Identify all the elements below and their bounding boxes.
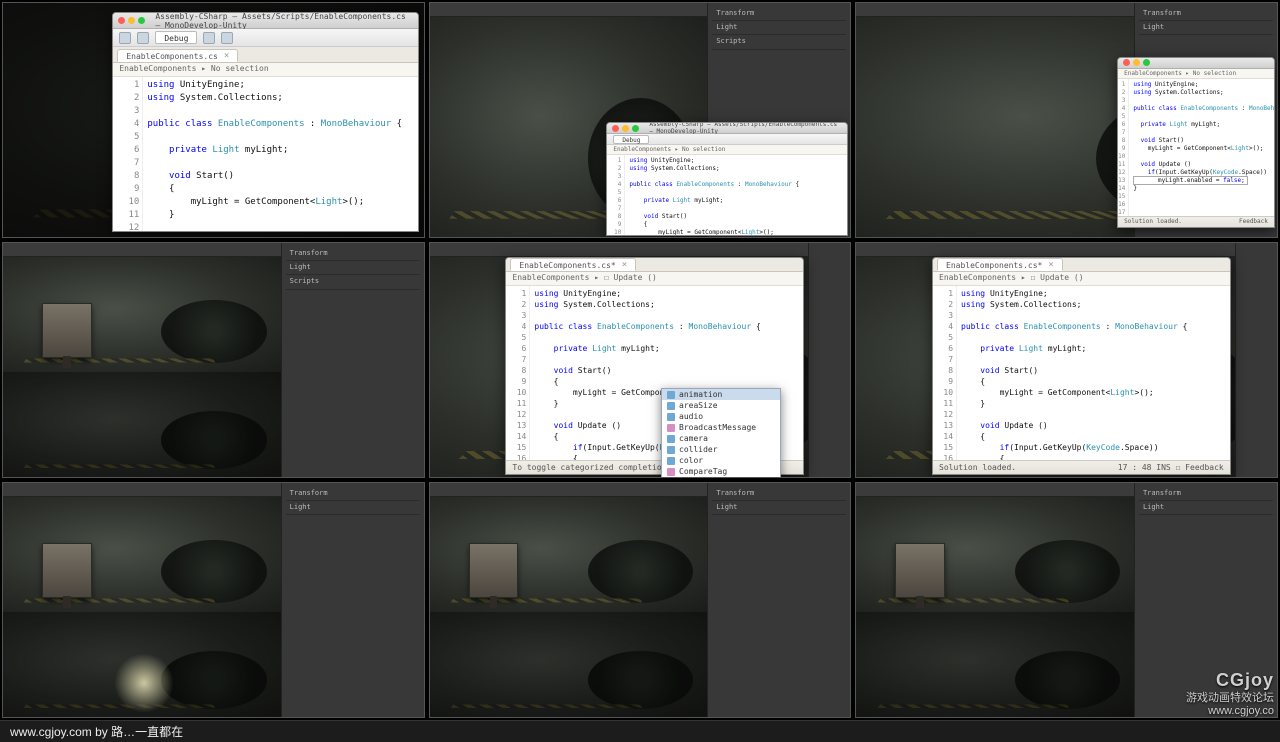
ac-item[interactable]: areaSize (662, 400, 780, 411)
window-titlebar[interactable]: Assembly-CSharp – Assets/Scripts/EnableC… (113, 13, 418, 29)
watermark-logo: CGjoy 游戏动画特效论坛 www.cgjoy.co (1186, 670, 1274, 718)
code-area[interactable]: using UnityEngine; using System.Collecti… (143, 77, 418, 231)
game-view[interactable] (856, 612, 1134, 717)
thumbnail-grid: Assembly-CSharp – Assets/Scripts/EnableC… (0, 0, 1280, 720)
cell-8: Transform Light (429, 482, 852, 718)
tab-close-icon[interactable]: × (622, 260, 627, 270)
breadcrumb[interactable]: EnableComponents ▸ No selection (113, 63, 418, 77)
tab-close-icon[interactable]: × (224, 51, 229, 61)
inspector-row[interactable]: Light (712, 21, 846, 35)
ac-item[interactable]: constantForce (662, 477, 780, 478)
watermark-bar: www.cgjoy.com by 路…一直都在 (0, 720, 1280, 742)
cell-4: Transform Light Scripts (2, 242, 425, 478)
minimize-icon[interactable] (128, 17, 135, 24)
ac-item[interactable]: color (662, 455, 780, 466)
tab-close-icon[interactable]: × (1048, 260, 1053, 270)
status-left: Solution loaded. (939, 463, 1016, 472)
file-tab[interactable]: EnableComponents.cs* × (510, 258, 636, 271)
monodevelop-window-small[interactable]: EnableComponents ▸ No selection 12345678… (1117, 57, 1275, 228)
ac-item[interactable]: animation (662, 389, 780, 400)
nav-back-icon[interactable] (203, 32, 215, 44)
inspector-row[interactable]: Scripts (712, 35, 846, 49)
file-tab[interactable]: EnableComponents.cs × (117, 49, 238, 62)
watermark-text: www.cgjoy.com by 路…一直都在 (10, 723, 183, 740)
monodevelop-window[interactable]: EnableComponents.cs* × EnableComponents … (932, 257, 1231, 475)
game-view[interactable] (3, 372, 281, 477)
cell-2: Transform Light Scripts Assembly-CSharp … (429, 2, 852, 238)
autocomplete-popup[interactable]: animation areaSize audio BroadcastMessag… (661, 388, 781, 478)
toolbar[interactable]: Debug (113, 29, 418, 47)
ac-item[interactable]: CompareTag (662, 466, 780, 477)
cell-1: Assembly-CSharp – Assets/Scripts/EnableC… (2, 2, 425, 238)
zoom-icon[interactable] (138, 17, 145, 24)
ac-item[interactable]: camera (662, 433, 780, 444)
line-gutter: 123456789101112131415161718192021 (113, 77, 143, 231)
cell-6: EnableComponents.cs* × EnableComponents … (855, 242, 1278, 478)
monodevelop-window[interactable]: Assembly-CSharp – Assets/Scripts/EnableC… (112, 12, 419, 232)
scene-object[interactable] (42, 543, 92, 598)
inspector-panel[interactable]: Transform Light (707, 483, 850, 717)
inspector-panel[interactable]: Transform Light Scripts (281, 243, 424, 477)
config-select[interactable]: Debug (155, 31, 197, 44)
run-icon[interactable] (119, 32, 131, 44)
window-title: Assembly-CSharp – Assets/Scripts/EnableC… (155, 12, 413, 30)
nav-fwd-icon[interactable] (221, 32, 233, 44)
cell-7: Transform Light (2, 482, 425, 718)
inspector-panel[interactable]: Transform Light (281, 483, 424, 717)
cell-5: EnableComponents.cs* × EnableComponents … (429, 242, 852, 478)
traffic-lights[interactable] (118, 17, 145, 24)
inspector-panel[interactable] (808, 243, 850, 477)
ac-item[interactable]: audio (662, 411, 780, 422)
close-icon[interactable] (118, 17, 125, 24)
game-view[interactable] (3, 612, 281, 717)
code-editor[interactable]: 123456789101112131415161718192021 using … (113, 77, 418, 231)
build-icon[interactable] (137, 32, 149, 44)
game-view[interactable] (430, 612, 708, 717)
ac-item[interactable]: BroadcastMessage (662, 422, 780, 433)
cell-3: Transform Light EnableComponents ▸ No se… (855, 2, 1278, 238)
scene-object[interactable] (42, 303, 92, 358)
monodevelop-window-small[interactable]: Assembly-CSharp – Assets/Scripts/EnableC… (606, 122, 848, 236)
status-right: 17 : 48 INS ☐ Feedback (1118, 463, 1224, 472)
tab-label: EnableComponents.cs (126, 52, 218, 61)
tab-strip[interactable]: EnableComponents.cs × (113, 47, 418, 63)
inspector-row[interactable]: Transform (712, 7, 846, 21)
file-tab[interactable]: EnableComponents.cs* × (937, 258, 1063, 271)
ac-item[interactable]: collider (662, 444, 780, 455)
